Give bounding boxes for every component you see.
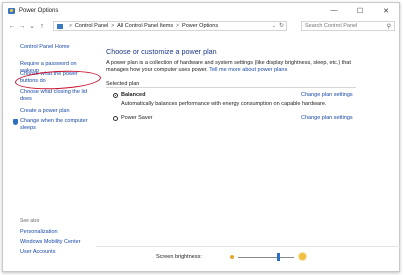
breadcrumb-separator-icon: > — [69, 23, 72, 29]
sidebar-link-closing-lid[interactable]: Choose what closing the lid does — [20, 89, 92, 103]
sidebar-link-user-accounts[interactable]: User Accounts — [20, 249, 55, 256]
plan-balanced[interactable]: Balanced — [113, 92, 145, 98]
plan-balanced-radio[interactable] — [113, 92, 118, 98]
up-arrow-icon[interactable]: ↑ — [37, 23, 47, 30]
power-options-icon — [8, 7, 15, 14]
breadcrumb-all-items[interactable]: All Control Panel Items — [117, 23, 173, 29]
dim-sun-icon — [230, 255, 234, 259]
plan-power-saver[interactable]: Power Saver — [113, 115, 153, 121]
refresh-icon[interactable]: ↻ — [279, 22, 284, 29]
breadcrumb-control-panel[interactable]: Control Panel — [75, 23, 108, 29]
breadcrumb-separator-icon: > — [176, 23, 180, 29]
sidebar-link-create-plan[interactable]: Create a power plan — [20, 108, 70, 115]
recent-locations-icon[interactable]: ⌄ — [27, 22, 37, 30]
sidebar: Control Panel Home Require a password on… — [3, 34, 96, 272]
search-icon[interactable]: ⚲ — [387, 23, 391, 30]
address-bar-row: ← → ⌄ ↑ > Control Panel > All Control Pa… — [3, 20, 399, 32]
back-arrow-icon[interactable]: ← — [7, 23, 17, 30]
status-bar: Screen brightness: — [96, 246, 400, 266]
shield-icon — [13, 119, 18, 125]
forward-arrow-icon[interactable]: → — [17, 23, 27, 30]
divider — [106, 87, 356, 88]
address-field[interactable]: > Control Panel > All Control Panel Item… — [53, 21, 287, 31]
sidebar-link-computer-sleeps[interactable]: Change when the computer sleeps — [20, 118, 92, 132]
plan-balanced-description: Automatically balances performance with … — [121, 101, 327, 107]
page-description: A power plan is a collection of hardware… — [106, 60, 366, 74]
sidebar-link-personalization[interactable]: Personalization — [20, 229, 58, 236]
plan-power-saver-radio[interactable] — [113, 115, 118, 121]
brightness-slider-track[interactable] — [238, 257, 294, 258]
minimize-button[interactable]: — — [321, 3, 347, 18]
close-button[interactable]: ✕ — [373, 3, 399, 18]
plan-balanced-name: Balanced — [121, 92, 146, 98]
sidebar-link-control-panel-home[interactable]: Control Panel Home — [20, 44, 70, 51]
bright-sun-icon — [299, 253, 306, 260]
power-saver-change-settings-link[interactable]: Change plan settings — [301, 115, 353, 121]
page-title: Choose or customize a power plan — [106, 47, 217, 56]
power-options-window: Power Options — ☐ ✕ ← → ⌄ ↑ > Control Pa… — [2, 2, 400, 272]
search-input[interactable] — [305, 23, 385, 29]
see-also-heading: See also — [20, 218, 40, 224]
maximize-button[interactable]: ☐ — [347, 3, 373, 18]
address-dropdown-icon[interactable]: ⌄ — [272, 23, 276, 29]
breadcrumb-separator-icon: > — [111, 23, 115, 29]
brightness-slider-thumb[interactable] — [277, 253, 281, 261]
sidebar-link-mobility-center[interactable]: Windows Mobility Center — [20, 239, 81, 246]
title-bar: Power Options — ☐ ✕ — [3, 3, 399, 18]
tell-me-more-link[interactable]: Tell me more about power plans — [209, 67, 287, 73]
balanced-change-settings-link[interactable]: Change plan settings — [301, 92, 353, 98]
screen-brightness-label: Screen brightness: — [156, 254, 202, 260]
search-box[interactable]: ⚲ — [301, 21, 395, 31]
control-panel-icon — [57, 23, 63, 29]
plan-power-saver-name: Power Saver — [121, 115, 153, 121]
breadcrumb-power-options[interactable]: Power Options — [182, 23, 218, 29]
window-title: Power Options — [19, 7, 59, 14]
window-controls: — ☐ ✕ — [321, 3, 399, 18]
